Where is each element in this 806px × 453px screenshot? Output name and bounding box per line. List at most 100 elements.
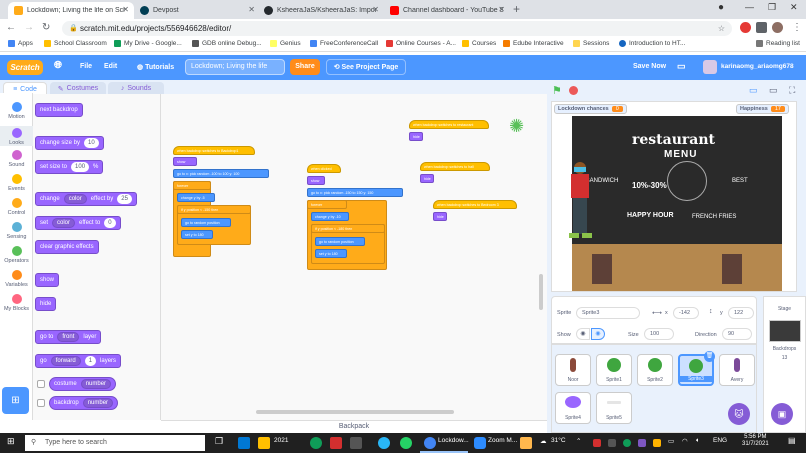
close-window-button[interactable]: ✕	[790, 2, 798, 13]
sprite-sprite3[interactable]: Sprite3 🗑︎	[678, 351, 715, 386]
script3-hide[interactable]: hide	[409, 132, 423, 141]
block-next-backdrop[interactable]: next backdrop	[35, 103, 83, 117]
fullscreen-icon[interactable]: ⛶	[789, 85, 795, 96]
app-icon[interactable]	[238, 437, 250, 449]
sprite-sprite1[interactable]: Sprite1	[596, 354, 632, 386]
block-set-size[interactable]: set size to 100%	[35, 160, 104, 174]
reload-icon[interactable]: ↻	[42, 22, 50, 33]
bookmark-online-courses[interactable]: Online Courses - A...	[386, 40, 456, 47]
close-icon[interactable]: ✕	[122, 5, 129, 14]
script5-hide[interactable]: hide	[433, 212, 447, 221]
category-motion[interactable]: Motion	[0, 102, 33, 120]
taskbar-weather[interactable]: 31°C	[551, 437, 566, 444]
tray-icon[interactable]	[623, 439, 631, 447]
bookmark-courses[interactable]: Courses	[462, 40, 496, 47]
task-view-icon[interactable]: ❐	[215, 436, 223, 447]
star-icon[interactable]: ☆	[718, 21, 725, 36]
category-sensing[interactable]: Sensing	[0, 222, 33, 240]
puzzle-icon[interactable]	[756, 22, 767, 33]
category-looks[interactable]: Looks	[0, 126, 33, 146]
vertical-scrollbar[interactable]	[539, 274, 543, 310]
folder-icon[interactable]	[258, 437, 270, 449]
chrome-icon[interactable]	[424, 437, 436, 449]
edit-menu[interactable]: Edit	[104, 63, 117, 70]
script2-set-y[interactable]: set y to 180	[315, 249, 347, 258]
telegram-icon[interactable]	[378, 437, 390, 449]
menu-dots-icon[interactable]: ⋮	[792, 22, 802, 33]
tray-icon[interactable]	[593, 439, 601, 447]
script2-change-y[interactable]: change y by -10	[311, 212, 349, 221]
taskbar-language[interactable]: ENG	[713, 437, 727, 444]
add-extension-button[interactable]: ⊞	[2, 387, 29, 414]
script2-goto[interactable]: go to x: pick random -150 to 150 y: 150	[307, 188, 403, 197]
bookmark-genius[interactable]: Genius	[270, 40, 301, 47]
tray-icon[interactable]	[638, 439, 646, 447]
record-icon[interactable]: ●	[718, 2, 724, 13]
bookmark-intro-html[interactable]: Introduction to HT...	[619, 40, 685, 47]
minimize-button[interactable]: —	[745, 2, 754, 12]
url-input[interactable]: 🔒 scratch.mit.edu/projects/556946628/edi…	[62, 21, 732, 36]
bookmark-edube[interactable]: Edube Interactive	[503, 40, 564, 47]
user-avatar[interactable]	[703, 60, 717, 74]
project-title-input[interactable]: Lockdown; Living the life	[185, 59, 285, 75]
sprite-noor[interactable]: Noor	[555, 354, 591, 386]
sprite-name-input[interactable]: Sprite3	[576, 307, 640, 319]
script2-show[interactable]: show	[307, 176, 325, 185]
app-icon[interactable]	[520, 437, 532, 449]
taskbar-zoom-label[interactable]: Zoom M...	[488, 437, 517, 444]
app-icon[interactable]	[350, 437, 362, 449]
script4-hat[interactable]: when backdrop switches to hall	[420, 162, 490, 171]
horizontal-scrollbar[interactable]	[256, 410, 454, 414]
script1-change-y[interactable]: change y by -5	[177, 193, 215, 202]
close-icon[interactable]: ✕	[248, 5, 255, 14]
bookmark-school-classroom[interactable]: School Classroom	[44, 40, 107, 47]
show-visible-toggle[interactable]: ◉	[576, 328, 590, 340]
script2-hat[interactable]: when clicked	[307, 164, 341, 173]
sprite-avery[interactable]: Avery	[719, 354, 755, 386]
bookmark-freeconferencecall[interactable]: FreeConferenceCall	[310, 40, 378, 47]
taskbar-folder-label[interactable]: 2021	[274, 437, 288, 444]
bookmark-gdb[interactable]: GDB online Debug...	[192, 40, 262, 47]
wifi-icon[interactable]: ◠	[682, 437, 688, 445]
new-tab-button[interactable]: +	[513, 2, 520, 16]
small-stage-icon[interactable]: ▭	[749, 85, 758, 96]
show-hidden-toggle[interactable]: ◉	[591, 328, 605, 340]
windows-start-icon[interactable]: ⊞	[7, 436, 15, 447]
category-operators[interactable]: Operators	[0, 246, 33, 264]
globe-icon[interactable]: 🌐︎	[54, 60, 62, 71]
block-backdrop-number[interactable]: backdrop number	[49, 396, 119, 410]
large-stage-icon[interactable]: ▭	[769, 85, 778, 96]
tray-icon[interactable]	[608, 439, 616, 447]
script3-hat[interactable]: when backdrop switches to restaurant	[409, 120, 489, 129]
category-events[interactable]: Events	[0, 174, 33, 192]
block-go-to-layer[interactable]: go to front layer	[35, 330, 102, 344]
tutorials-menu[interactable]: ◍ Tutorials	[137, 63, 174, 71]
backdrop-checkbox[interactable]	[37, 399, 45, 407]
forward-icon[interactable]: →	[24, 22, 34, 33]
whatsapp-icon[interactable]	[400, 437, 412, 449]
tab-devpost[interactable]: Devpost ✕	[134, 2, 260, 19]
script1-goto-random[interactable]: go to random position	[181, 218, 231, 227]
my-stuff-icon[interactable]: ▭	[677, 61, 686, 72]
sprite-sprite5[interactable]: Sprite5	[596, 392, 632, 424]
script2-goto-random[interactable]: go to random position	[315, 237, 365, 246]
category-control[interactable]: Control	[0, 198, 33, 216]
file-menu[interactable]: File	[80, 63, 92, 70]
category-my-blocks[interactable]: My Blocks	[0, 294, 33, 312]
costume-checkbox[interactable]	[37, 380, 45, 388]
size-input[interactable]: 100	[644, 328, 674, 340]
category-variables[interactable]: Variables	[0, 270, 33, 288]
block-go-layers[interactable]: go forward 1 layers	[35, 354, 122, 368]
tab-youtube[interactable]: Channel dashboard - YouTube St ✕	[384, 2, 510, 19]
office-icon[interactable]	[330, 437, 342, 449]
script1-hat[interactable]: when backdrop switches to Backdrop1	[173, 146, 255, 155]
delete-sprite-icon[interactable]: 🗑︎	[704, 351, 715, 362]
category-sound[interactable]: Sound	[0, 150, 33, 168]
share-button[interactable]: Share	[290, 59, 320, 75]
extension-icon[interactable]	[740, 22, 751, 33]
battery-icon[interactable]: ▭	[668, 437, 674, 445]
username-menu[interactable]: karinaomg_ariaomg678	[721, 63, 794, 70]
reading-list-button[interactable]: Reading list	[756, 40, 800, 47]
taskbar-search-input[interactable]: ⚲ Type here to search	[25, 435, 205, 451]
close-icon[interactable]: ✕	[498, 5, 505, 14]
